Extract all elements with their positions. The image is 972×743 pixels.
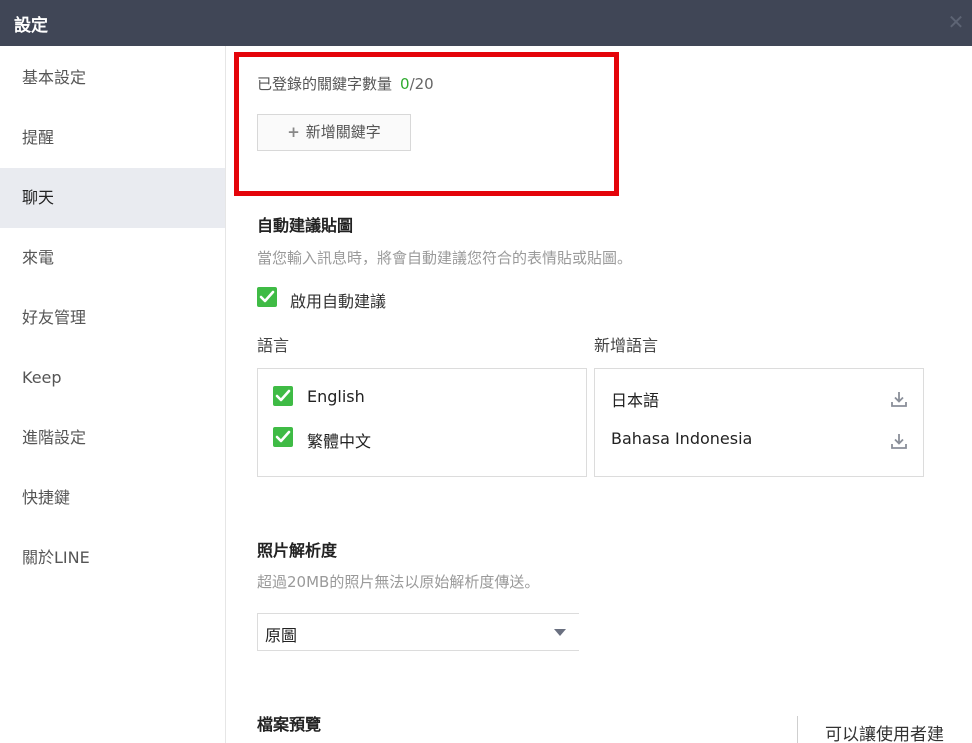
languages-header: 語言 xyxy=(257,336,290,355)
photo-resolution-title: 照片解析度 xyxy=(257,541,338,560)
enable-suggest-label[interactable]: 啟用自動建議 xyxy=(290,288,386,312)
sticker-suggest-title: 自動建議貼圖 xyxy=(257,216,354,235)
file-preview-title: 檔案預覽 xyxy=(257,715,322,734)
photo-resolution-value: 原圖 xyxy=(265,626,298,645)
title-bar: 設定 ✕ xyxy=(0,0,972,46)
checkbox-checked-icon xyxy=(257,287,277,307)
sidebar-item-notifications[interactable]: 提醒 xyxy=(0,108,225,168)
sidebar-item-friends[interactable]: 好友管理 xyxy=(0,288,225,348)
language-japanese-label: 日本語 xyxy=(611,391,660,410)
sidebar-item-chat[interactable]: 聊天 xyxy=(0,168,225,228)
installed-languages-list: English 繁體中文 xyxy=(257,368,587,477)
chevron-down-icon xyxy=(554,629,566,636)
language-english-label[interactable]: English xyxy=(307,387,365,406)
add-languages-header: 新增語言 xyxy=(594,336,659,355)
download-icon[interactable] xyxy=(889,431,909,451)
settings-content: 已登錄的關鍵字數量 0/20 + 新增關鍵字 自動建議貼圖 當您輸入訊息時，將會自動… xyxy=(227,46,972,743)
language-zh-tw-label[interactable]: 繁體中文 xyxy=(307,428,371,452)
language-english-checkbox[interactable] xyxy=(273,386,293,410)
sidebar-item-calls[interactable]: 來電 xyxy=(0,228,225,288)
sidebar-item-keep[interactable]: Keep xyxy=(0,348,225,408)
checkbox-checked-icon xyxy=(273,427,293,447)
available-languages-list: 日本語 Bahasa Indonesia xyxy=(594,368,924,477)
download-icon[interactable] xyxy=(889,389,909,409)
language-zh-tw-checkbox[interactable] xyxy=(273,427,293,451)
highlight-box xyxy=(234,52,619,196)
sidebar-item-shortcuts[interactable]: 快捷鍵 xyxy=(0,468,225,528)
settings-sidebar: 基本設定 提醒 聊天 來電 好友管理 Keep 進階設定 快捷鍵 關於LINE xyxy=(0,46,226,743)
background-window-text: 可以讓使用者建 xyxy=(825,725,944,743)
checkbox-checked-icon xyxy=(273,386,293,406)
sidebar-item-basic[interactable]: 基本設定 xyxy=(0,48,225,108)
language-indonesian-label: Bahasa Indonesia xyxy=(611,429,753,448)
window-title: 設定 xyxy=(14,16,48,36)
photo-resolution-select[interactable]: 原圖 xyxy=(257,613,579,651)
sidebar-item-about[interactable]: 關於LINE xyxy=(0,528,225,588)
enable-suggest-checkbox[interactable] xyxy=(257,287,277,311)
sticker-suggest-description: 當您輸入訊息時，將會自動建議您符合的表情貼或貼圖。 xyxy=(257,249,633,267)
close-icon[interactable]: ✕ xyxy=(944,10,968,34)
sidebar-item-advanced[interactable]: 進階設定 xyxy=(0,408,225,468)
photo-resolution-description: 超過20MB的照片無法以原始解析度傳送。 xyxy=(257,573,540,591)
